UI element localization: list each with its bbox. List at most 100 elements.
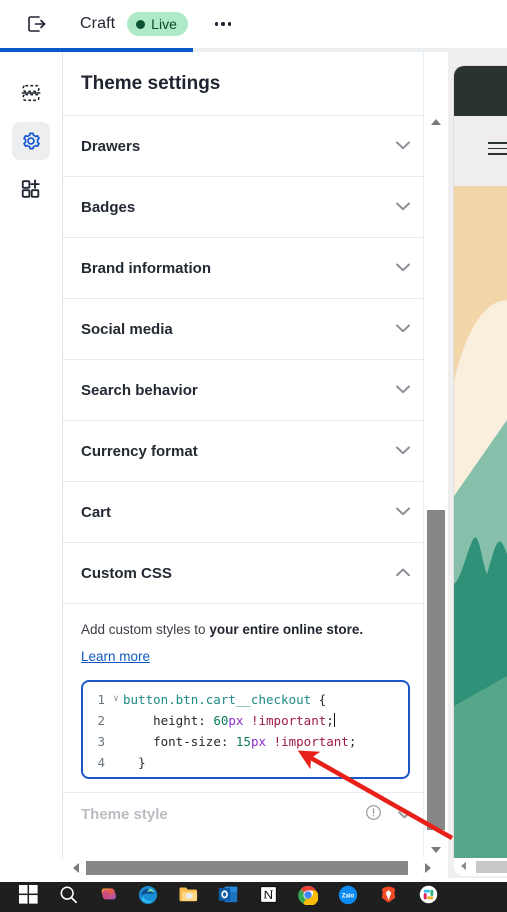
brave-button[interactable] (368, 882, 408, 912)
scroll-right-caret-icon[interactable] (419, 862, 437, 874)
theme-style-label: Theme style (81, 806, 168, 823)
chrome-button[interactable] (288, 882, 328, 912)
sidebar-item-sections[interactable] (12, 74, 50, 112)
chevron-down-icon[interactable] (396, 320, 410, 338)
preview-announcement-bar (454, 66, 507, 116)
chevron-up-icon[interactable] (396, 564, 410, 582)
scroll-left-caret-icon[interactable] (67, 862, 85, 874)
app-blocks-add-icon (21, 179, 40, 198)
slack-button[interactable] (408, 882, 448, 912)
storefront-preview[interactable] (448, 52, 507, 878)
edge-icon (138, 885, 158, 910)
line-number: 1 (97, 691, 105, 707)
code-text: } (138, 754, 146, 770)
scroll-up-caret-icon[interactable] (424, 114, 448, 130)
accordion-label: Cart (81, 503, 112, 521)
accordion-header-cart[interactable]: Cart (63, 482, 446, 543)
accordion-header-social-media[interactable]: Social media (63, 299, 446, 360)
preview-header-nav (454, 116, 507, 186)
edge-button[interactable] (128, 882, 168, 912)
chevron-down-icon[interactable] (396, 381, 410, 399)
accordion-label: Drawers (81, 137, 141, 155)
preview-horizontal-scrollbar[interactable] (454, 858, 507, 876)
sidebar-item-apps[interactable] (12, 170, 50, 208)
code-text: font-size: 15px !important; (153, 733, 357, 749)
line-number: 3 (97, 733, 105, 749)
theme-style-row[interactable]: Theme style (63, 792, 446, 836)
folder-icon (178, 885, 199, 909)
accordion-label: Brand information (81, 259, 211, 277)
panel-horizontal-scrollbar[interactable] (63, 858, 447, 878)
learn-more-link[interactable]: Learn more (81, 649, 150, 664)
accordion-label: Custom CSS (81, 564, 172, 582)
accordion-header-custom-css[interactable]: Custom CSS (63, 543, 446, 604)
code-fold-toggle[interactable]: ∨ (109, 689, 123, 710)
exit-icon[interactable] (22, 9, 52, 39)
chevron-down-icon[interactable] (396, 442, 410, 460)
outlook-button[interactable] (208, 882, 248, 912)
theme-editor-topbar: Craft Live (0, 0, 507, 48)
browser-window: Craft Live Theme settings Drawers Badges… (0, 0, 507, 912)
accordion-header-drawers[interactable]: Drawers (63, 116, 446, 177)
svg-text:Zalo: Zalo (342, 892, 355, 899)
text-cursor (333, 712, 335, 727)
code-fold-toggle[interactable] (109, 731, 123, 752)
accordion-header-currency-format[interactable]: Currency format (63, 421, 446, 482)
status-badge-label: Live (151, 16, 177, 32)
notion-button[interactable] (248, 882, 288, 912)
sidebar-item-theme-settings[interactable] (12, 122, 50, 160)
code-line: 1 ∨ button.btn.cart__checkout { (87, 689, 404, 710)
copilot-button[interactable] (88, 882, 128, 912)
file-explorer-button[interactable] (168, 882, 208, 912)
preview-hero-illustration (454, 186, 507, 866)
status-badge[interactable]: Live (127, 12, 188, 36)
chevron-down-icon[interactable] (396, 503, 410, 521)
code-line: 3 font-size: 15px !important; (87, 731, 404, 752)
custom-css-description: Add custom styles to your entire online … (81, 622, 364, 637)
copilot-icon (98, 885, 118, 910)
hamburger-icon[interactable] (488, 142, 507, 159)
start-button[interactable] (8, 882, 48, 912)
vertical-scrollbar-thumb[interactable] (427, 510, 445, 830)
outlook-icon (218, 885, 238, 909)
code-line: 2 height: 60px !important; (87, 710, 404, 731)
page-title: Theme settings (63, 52, 446, 116)
accordion-label: Currency format (81, 442, 198, 460)
accordion-label: Search behavior (81, 381, 198, 399)
accordion-label: Badges (81, 198, 136, 216)
chevron-down-icon[interactable] (396, 259, 410, 277)
sections-icon (21, 84, 41, 102)
accordion-header-search-behavior[interactable]: Search behavior (63, 360, 446, 421)
ellipsis-icon[interactable] (210, 13, 236, 35)
zalo-icon: Zalo (338, 885, 358, 910)
windows-taskbar: Zalo (0, 882, 507, 912)
code-fold-toggle[interactable] (109, 710, 123, 731)
search-button[interactable] (48, 882, 88, 912)
status-dot (136, 19, 146, 29)
panel-vertical-scrollbar[interactable] (423, 52, 447, 888)
preview-scroll-left-caret-icon[interactable] (460, 858, 467, 876)
horizontal-scrollbar-thumb[interactable] (86, 861, 408, 875)
editor-sidebar-rail (0, 52, 63, 858)
accordion-header-brand-information[interactable]: Brand information (63, 238, 446, 299)
preview-scrollbar-thumb[interactable] (476, 861, 507, 873)
chevron-down-icon[interactable] (398, 806, 411, 824)
search-icon (59, 885, 78, 909)
accordion-header-badges[interactable]: Badges (63, 177, 446, 238)
accordion-label: Social media (81, 320, 173, 338)
custom-css-code-editor[interactable]: 1 ∨ button.btn.cart__checkout {2 height: 6… (81, 679, 410, 779)
code-line: 4 } (87, 752, 404, 773)
chevron-down-icon[interactable] (396, 137, 410, 155)
zalo-button[interactable]: Zalo (328, 882, 368, 912)
settings-accordion-list: Drawers Badges Brand information Social med… (63, 116, 446, 779)
scroll-down-caret-icon[interactable] (424, 842, 448, 858)
warning-circle-icon (365, 804, 382, 826)
chevron-down-icon[interactable] (396, 198, 410, 216)
custom-css-body: Add custom styles to your entire online … (63, 604, 446, 779)
code-fold-toggle[interactable] (109, 752, 123, 773)
code-text: height: 60px !important; (153, 712, 335, 728)
slack-icon (419, 885, 438, 909)
shop-name: Craft (80, 15, 116, 32)
notion-icon (259, 885, 278, 909)
code-text: button.btn.cart__checkout { (123, 691, 327, 707)
